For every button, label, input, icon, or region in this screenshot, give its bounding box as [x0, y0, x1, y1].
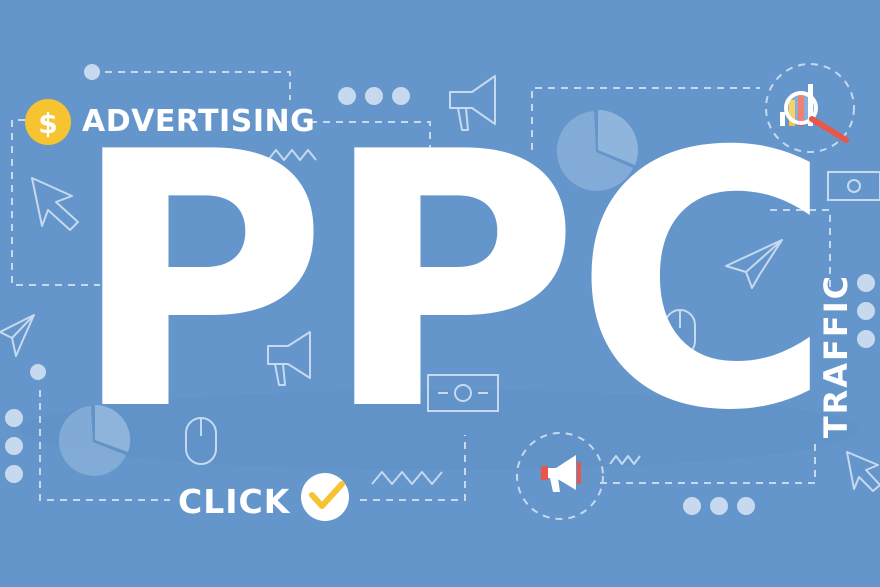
svg-text:$: $: [38, 107, 57, 140]
dollar-coin-icon: $: [25, 99, 71, 145]
cursor-arrow-icon: [846, 451, 880, 492]
headline-ppc: PPC: [70, 78, 832, 488]
banknote-icon: [827, 171, 880, 201]
label-traffic: TRAFFIC: [817, 273, 855, 439]
paper-plane-icon: [0, 314, 35, 357]
label-click: CLICK: [178, 482, 291, 521]
ppc-banner: $ PPC ADVERTISING CLICK TRAFFIC: [0, 0, 880, 587]
label-advertising: ADVERTISING: [82, 104, 316, 139]
